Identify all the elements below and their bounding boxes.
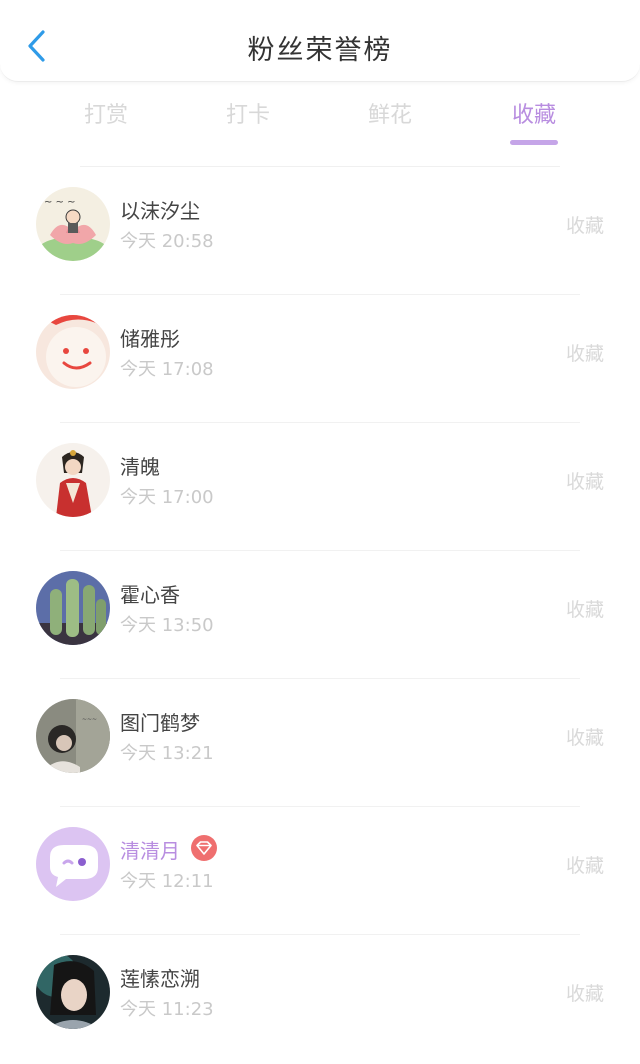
- avatar[interactable]: [36, 443, 110, 517]
- fan-time: 今天 20:58: [120, 231, 214, 252]
- fan-name: 霍心香: [120, 583, 180, 607]
- list-item[interactable]: 霍心香 今天 13:50 收藏: [0, 551, 640, 679]
- action-tag: 收藏: [565, 983, 604, 1005]
- ancient-lady-avatar-icon: [36, 443, 110, 517]
- top-bar: 粉丝荣誉榜: [0, 0, 640, 82]
- fan-time: 今天 13:21: [120, 743, 214, 764]
- fan-name: 以沫汐尘: [120, 199, 200, 223]
- svg-text:~ ~ ~: ~ ~ ~: [44, 197, 76, 208]
- action-tag: 收藏: [565, 215, 604, 237]
- chat-bubble-avatar-icon: [36, 827, 110, 901]
- tab-label: 打赏: [83, 103, 128, 128]
- fan-time: 今天 17:08: [120, 359, 214, 380]
- list-item[interactable]: ~ ~ ~ 以沫汐尘 今天 20:58 收藏: [0, 167, 640, 295]
- avatar[interactable]: ~ ~ ~: [36, 187, 110, 261]
- svg-text:~~~: ~~~: [82, 716, 97, 723]
- list-item[interactable]: 清魄 今天 17:00 收藏: [0, 423, 640, 551]
- list-item[interactable]: ~~~ 图门鹤梦 今天 13:21 收藏: [0, 679, 640, 807]
- tab-favorites[interactable]: 收藏: [474, 92, 594, 152]
- tab-label: 收藏: [511, 103, 556, 128]
- active-tab-indicator: [510, 140, 558, 145]
- avatar[interactable]: ~~~: [36, 699, 110, 773]
- warrior-avatar-icon: [36, 955, 110, 1029]
- avatar[interactable]: [36, 571, 110, 645]
- action-tag: 收藏: [565, 855, 604, 877]
- fan-name: 储雅彤: [120, 327, 180, 351]
- list-item[interactable]: 莲愫恋溯 今天 11:23 收藏: [0, 935, 640, 1063]
- girl-photo-avatar-icon: ~~~: [36, 699, 110, 773]
- action-tag: 收藏: [565, 727, 604, 749]
- vip-badge: [191, 835, 217, 861]
- lotus-doodle-avatar-icon: ~ ~ ~: [36, 187, 110, 261]
- avatar[interactable]: [36, 315, 110, 389]
- tab-label: 打卡: [225, 103, 270, 128]
- list-item[interactable]: 储雅彤 今天 17:08 收藏: [0, 295, 640, 423]
- diamond-icon: [196, 841, 212, 855]
- smiley-cake-avatar-icon: [36, 315, 110, 389]
- list-item[interactable]: 清清月 今天 12:11 收藏: [0, 807, 640, 935]
- fan-time: 今天 13:50: [120, 615, 214, 636]
- action-tag: 收藏: [565, 471, 604, 493]
- cactus-avatar-icon: [36, 571, 110, 645]
- tab-flowers[interactable]: 鲜花: [330, 92, 450, 152]
- avatar[interactable]: [36, 955, 110, 1029]
- fan-time: 今天 12:11: [120, 871, 214, 892]
- fan-list: ~ ~ ~ 以沫汐尘 今天 20:58 收藏 储雅彤 今天 17:08 收藏 清…: [0, 167, 640, 1063]
- fan-name: 图门鹤梦: [120, 711, 200, 735]
- fan-name: 清清月: [120, 839, 180, 863]
- fan-name: 清魄: [120, 455, 160, 479]
- tab-bar: 打赏 打卡 鲜花 收藏: [0, 92, 640, 152]
- fan-name: 莲愫恋溯: [120, 967, 200, 991]
- page-title: 粉丝荣誉榜: [247, 35, 393, 66]
- avatar[interactable]: [36, 827, 110, 901]
- tab-label: 鲜花: [367, 103, 412, 128]
- fan-time: 今天 17:00: [120, 487, 214, 508]
- tab-checkin[interactable]: 打卡: [188, 92, 308, 152]
- fan-time: 今天 11:23: [120, 999, 214, 1020]
- tab-reward[interactable]: 打赏: [46, 92, 166, 152]
- action-tag: 收藏: [565, 343, 604, 365]
- action-tag: 收藏: [565, 599, 604, 621]
